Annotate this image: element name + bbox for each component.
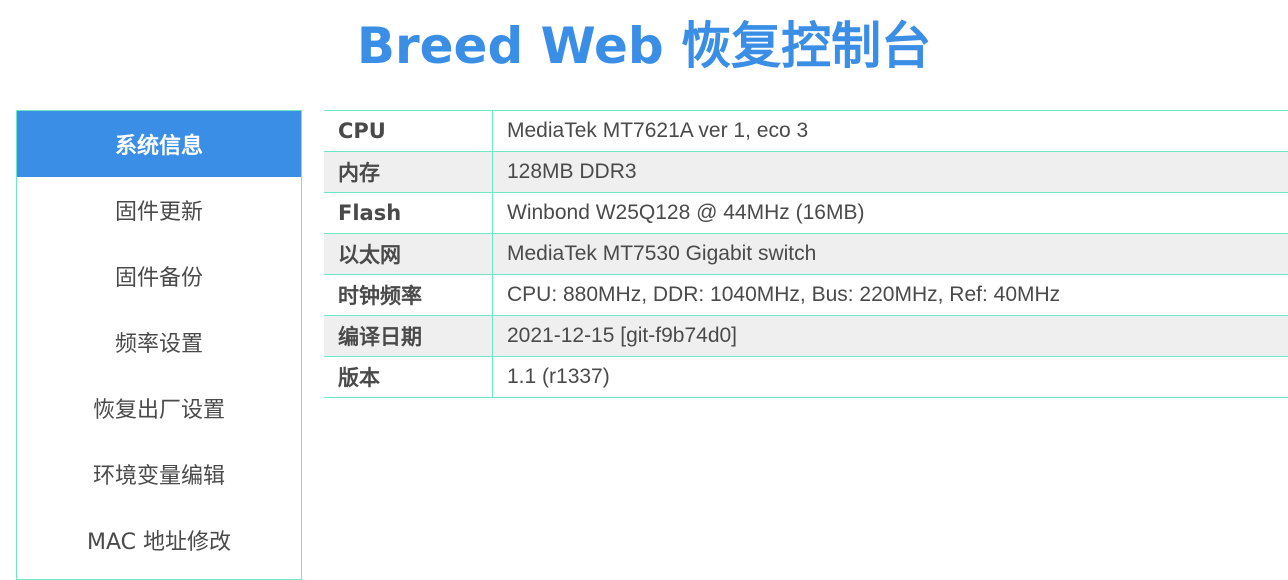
system-info-table: CPU MediaTek MT7621A ver 1, eco 3 内存 128… [324,110,1288,398]
info-value: 1.1 (r1337) [493,357,1288,398]
sidebar-item-mac-address[interactable]: MAC 地址修改 [17,507,301,573]
info-value: CPU: 880MHz, DDR: 1040MHz, Bus: 220MHz, … [493,275,1288,316]
info-key: 以太网 [324,234,493,275]
info-value: Winbond W25Q128 @ 44MHz (16MB) [493,193,1288,234]
info-key: 时钟频率 [324,275,493,316]
table-row: 内存 128MB DDR3 [324,152,1288,193]
page-title: Breed Web 恢复控制台 [0,10,1288,82]
info-value: 2021-12-15 [git-f9b74d0] [493,316,1288,357]
table-row: CPU MediaTek MT7621A ver 1, eco 3 [324,111,1288,152]
sidebar-nav: 系统信息 固件更新 固件备份 频率设置 恢复出厂设置 环境变量编辑 MAC 地址… [16,110,302,580]
sidebar-item-frequency-settings[interactable]: 频率设置 [17,309,301,375]
table-row: 编译日期 2021-12-15 [git-f9b74d0] [324,316,1288,357]
table-row: 时钟频率 CPU: 880MHz, DDR: 1040MHz, Bus: 220… [324,275,1288,316]
info-key: Flash [324,193,493,234]
info-value: MediaTek MT7530 Gigabit switch [493,234,1288,275]
info-key: 版本 [324,357,493,398]
sidebar-item-factory-reset[interactable]: 恢复出厂设置 [17,375,301,441]
sidebar-item-firmware-backup[interactable]: 固件备份 [17,243,301,309]
sidebar-item-env-editor[interactable]: 环境变量编辑 [17,441,301,507]
sidebar-item-firmware-update[interactable]: 固件更新 [17,177,301,243]
table-row: 以太网 MediaTek MT7530 Gigabit switch [324,234,1288,275]
info-key: 内存 [324,152,493,193]
info-key: CPU [324,111,493,152]
table-row: 版本 1.1 (r1337) [324,357,1288,398]
info-value: 128MB DDR3 [493,152,1288,193]
table-row: Flash Winbond W25Q128 @ 44MHz (16MB) [324,193,1288,234]
info-key: 编译日期 [324,316,493,357]
info-value: MediaTek MT7621A ver 1, eco 3 [493,111,1288,152]
sidebar-item-system-info[interactable]: 系统信息 [17,111,301,177]
